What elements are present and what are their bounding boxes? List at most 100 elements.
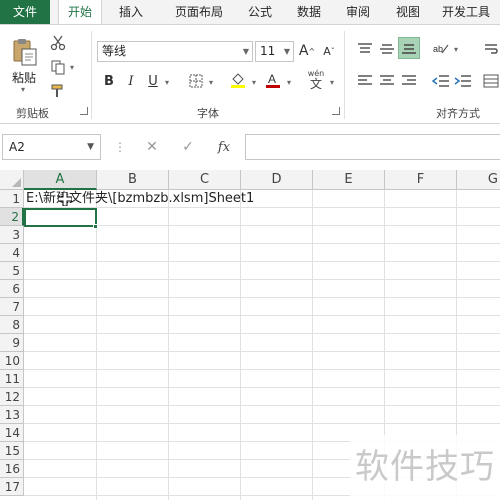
formula-input[interactable]: [245, 134, 500, 160]
clipboard-launcher-icon[interactable]: [80, 107, 88, 115]
paste-dropdown-icon[interactable]: ▾: [18, 85, 28, 94]
row-header[interactable]: 11: [0, 370, 24, 388]
fill-color-button[interactable]: [227, 69, 249, 91]
row-header[interactable]: 4: [0, 244, 24, 262]
row-header[interactable]: 14: [0, 424, 24, 442]
gridline: [24, 333, 500, 334]
tab-page-layout[interactable]: 页面布局: [163, 0, 235, 24]
gridline: [24, 351, 500, 352]
row-header[interactable]: 12: [0, 388, 24, 406]
font-size-select[interactable]: 11 ▼: [255, 41, 294, 62]
orientation-dropdown-icon[interactable]: ▾: [452, 45, 460, 54]
cancel-icon: ✕: [146, 139, 158, 155]
column-header-a[interactable]: A: [24, 170, 97, 190]
tab-review[interactable]: 审阅: [338, 0, 378, 24]
underline-button[interactable]: U: [143, 71, 163, 91]
wrap-text-icon: [485, 44, 498, 54]
underline-dropdown-icon[interactable]: ▾: [163, 78, 171, 87]
cancel-entry-button[interactable]: ✕: [140, 136, 164, 158]
column-header-g[interactable]: G: [457, 170, 500, 190]
row-header[interactable]: 3: [0, 226, 24, 244]
column-header-e[interactable]: E: [313, 170, 385, 190]
font-color-dropdown-icon[interactable]: ▾: [285, 78, 293, 87]
column-header-d[interactable]: D: [241, 170, 313, 190]
align-bottom-button[interactable]: [398, 37, 420, 59]
merge-center-button[interactable]: [482, 71, 500, 91]
align-middle-button[interactable]: [376, 39, 398, 59]
copy-dropdown-icon[interactable]: ▾: [68, 63, 76, 72]
cell-cursor-icon: [58, 192, 72, 206]
fill-handle[interactable]: [93, 224, 98, 229]
row-header[interactable]: 10: [0, 352, 24, 370]
row-header[interactable]: 15: [0, 442, 24, 460]
enter-button[interactable]: ✓: [176, 136, 200, 158]
row-header[interactable]: 5: [0, 262, 24, 280]
column-header-c[interactable]: C: [169, 170, 241, 190]
font-color-icon: A: [266, 72, 280, 88]
align-top-button[interactable]: [354, 39, 376, 59]
bold-button[interactable]: B: [99, 71, 119, 91]
tab-insert[interactable]: 插入: [108, 0, 154, 24]
font-family-select[interactable]: 等线 ▼: [97, 41, 253, 62]
copy-button[interactable]: [48, 57, 68, 77]
insert-function-button[interactable]: fx: [212, 136, 236, 158]
alignment-group-label: 对齐方式: [436, 107, 480, 120]
decrease-indent-button[interactable]: [430, 71, 452, 91]
tab-home[interactable]: 开始: [58, 0, 102, 25]
fx-icon: fx: [217, 139, 231, 155]
phonetic-guide-button[interactable]: wén 文: [304, 67, 328, 93]
font-color-button[interactable]: A: [262, 69, 284, 91]
decrease-font-size-button[interactable]: Aˇ: [319, 41, 339, 61]
italic-button[interactable]: I: [121, 71, 141, 91]
formula-bar: A2 ▼ ⋮ ✕ ✓ fx: [0, 130, 500, 164]
borders-dropdown-icon[interactable]: ▾: [207, 78, 215, 87]
align-left-button[interactable]: [354, 71, 376, 91]
svg-text:A: A: [268, 72, 276, 86]
column-header-f[interactable]: F: [385, 170, 457, 190]
worksheet-grid[interactable]: A B C D E F G 1 2 3 4 5 6 7 8 9 10 11 12…: [0, 170, 500, 500]
paste-button[interactable]: [10, 37, 40, 67]
row-header[interactable]: 17: [0, 478, 24, 496]
orientation-button[interactable]: ab: [430, 39, 452, 59]
phonetic-dropdown-icon[interactable]: ▾: [328, 78, 336, 87]
select-all-button[interactable]: [0, 170, 24, 190]
row-header[interactable]: 6: [0, 280, 24, 298]
increase-font-size-button[interactable]: A ^: [297, 41, 317, 61]
align-bottom-icon: [402, 44, 416, 54]
tab-data[interactable]: 数据: [289, 0, 329, 24]
tab-formulas[interactable]: 公式: [240, 0, 280, 24]
row-header[interactable]: 7: [0, 298, 24, 316]
copy-icon: [51, 60, 65, 75]
name-box[interactable]: A2 ▼: [2, 134, 101, 160]
tab-file[interactable]: 文件: [0, 0, 50, 24]
format-painter-button[interactable]: [48, 81, 68, 101]
row-header[interactable]: 9: [0, 334, 24, 352]
group-divider: [91, 31, 92, 119]
gridline: [24, 279, 500, 280]
formula-bar-grip-icon[interactable]: ⋮: [114, 140, 126, 154]
align-right-button[interactable]: [398, 71, 420, 91]
phonetic-bottom-text: 文: [309, 77, 322, 91]
tab-view[interactable]: 视图: [388, 0, 428, 24]
checkmark-icon: ✓: [182, 139, 194, 155]
increase-font-icon: A: [298, 43, 309, 59]
row-header[interactable]: 2: [0, 208, 24, 226]
cut-button[interactable]: [48, 33, 68, 53]
fill-color-dropdown-icon[interactable]: ▾: [250, 78, 258, 87]
row-header[interactable]: 16: [0, 460, 24, 478]
row-header[interactable]: 1: [0, 190, 24, 208]
selected-cell-a2[interactable]: [24, 208, 97, 227]
font-launcher-icon[interactable]: [332, 107, 340, 115]
tab-developer[interactable]: 开发工具: [442, 0, 500, 24]
increase-indent-button[interactable]: [452, 71, 474, 91]
borders-button[interactable]: [186, 71, 206, 91]
align-center-button[interactable]: [376, 71, 398, 91]
column-header-b[interactable]: B: [97, 170, 169, 190]
fill-bucket-icon: [231, 73, 245, 88]
wrap-text-button[interactable]: [482, 39, 500, 59]
borders-icon: [189, 74, 203, 88]
gridline: [96, 190, 97, 500]
watermark: 软件技巧: [350, 435, 500, 500]
row-header[interactable]: 8: [0, 316, 24, 334]
row-header[interactable]: 13: [0, 406, 24, 424]
